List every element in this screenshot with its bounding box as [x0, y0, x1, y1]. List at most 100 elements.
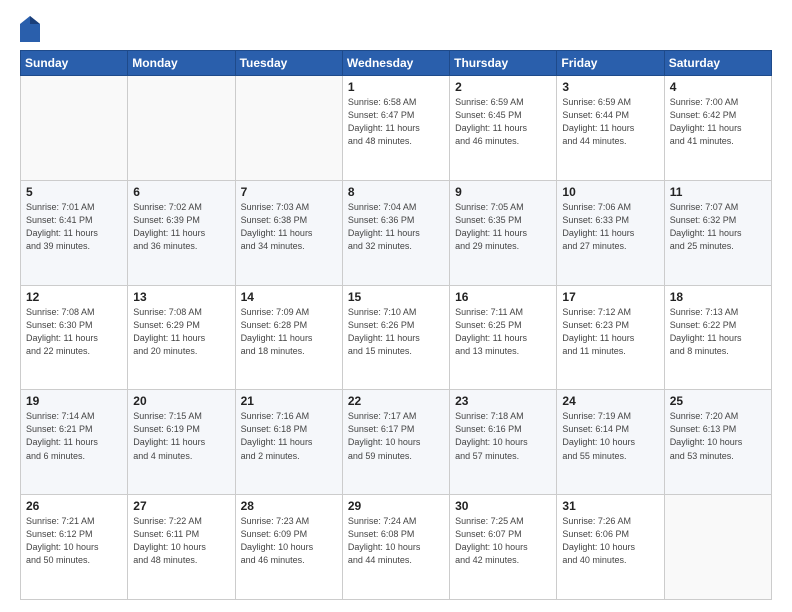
day-cell: 11 Sunrise: 7:07 AM Sunset: 6:32 PM Dayli… [664, 180, 771, 285]
day-cell: 6Sunrise: 7:02 AM Sunset: 6:39 PM Daylig… [128, 180, 235, 285]
day-number: 29 [348, 499, 444, 513]
day-cell: 19 Sunrise: 7:14 AM Sunset: 6:21 PM Dayli… [21, 390, 128, 495]
day-info: Sunrise: 7:21 AM Sunset: 6:12 PM Dayligh… [26, 515, 122, 567]
day-number: 22 [348, 394, 444, 408]
day-header-friday: Friday [557, 51, 664, 76]
day-number: 17 [562, 290, 658, 304]
week-row-0: 1 Sunrise: 6:58 AM Sunset: 6:47 PM Daylig… [21, 76, 772, 181]
day-cell: 26 Sunrise: 7:21 AM Sunset: 6:12 PM Dayli… [21, 495, 128, 600]
day-number: 2 [455, 80, 551, 94]
day-cell: 25 Sunrise: 7:20 AM Sunset: 6:13 PM Dayli… [664, 390, 771, 495]
day-info: Sunrise: 7:17 AM Sunset: 6:17 PM Dayligh… [348, 410, 444, 462]
day-info: Sunrise: 7:15 AM Sunset: 6:19 PM Dayligh… [133, 410, 229, 462]
day-header-thursday: Thursday [450, 51, 557, 76]
day-cell: 16 Sunrise: 7:11 AM Sunset: 6:25 PM Dayli… [450, 285, 557, 390]
day-number: 8 [348, 185, 444, 199]
day-cell [235, 76, 342, 181]
week-row-1: 5 Sunrise: 7:01 AM Sunset: 6:41 PM Daylig… [21, 180, 772, 285]
day-header-tuesday: Tuesday [235, 51, 342, 76]
day-number: 7 [241, 185, 337, 199]
day-number: 28 [241, 499, 337, 513]
day-info: Sunrise: 7:09 AM Sunset: 6:28 PM Dayligh… [241, 306, 337, 358]
day-cell: 21 Sunrise: 7:16 AM Sunset: 6:18 PM Dayli… [235, 390, 342, 495]
day-number: 23 [455, 394, 551, 408]
day-info: Sunrise: 7:07 AM Sunset: 6:32 PM Dayligh… [670, 201, 766, 253]
days-header-row: SundayMondayTuesdayWednesdayThursdayFrid… [21, 51, 772, 76]
day-number: 21 [241, 394, 337, 408]
day-info: Sunrise: 7:25 AM Sunset: 6:07 PM Dayligh… [455, 515, 551, 567]
week-row-3: 19 Sunrise: 7:14 AM Sunset: 6:21 PM Dayli… [21, 390, 772, 495]
week-row-4: 26 Sunrise: 7:21 AM Sunset: 6:12 PM Dayli… [21, 495, 772, 600]
day-number: 31 [562, 499, 658, 513]
day-cell [128, 76, 235, 181]
day-number: 1 [348, 80, 444, 94]
day-number: 26 [26, 499, 122, 513]
day-info: Sunrise: 7:14 AM Sunset: 6:21 PM Dayligh… [26, 410, 122, 462]
day-cell: 20 Sunrise: 7:15 AM Sunset: 6:19 PM Dayli… [128, 390, 235, 495]
day-info: Sunrise: 7:16 AM Sunset: 6:18 PM Dayligh… [241, 410, 337, 462]
day-info: Sunrise: 7:10 AM Sunset: 6:26 PM Dayligh… [348, 306, 444, 358]
day-number: 12 [26, 290, 122, 304]
day-cell: 9 Sunrise: 7:05 AM Sunset: 6:35 PM Daylig… [450, 180, 557, 285]
day-cell: 14 Sunrise: 7:09 AM Sunset: 6:28 PM Dayli… [235, 285, 342, 390]
day-cell: 2 Sunrise: 6:59 AM Sunset: 6:45 PM Daylig… [450, 76, 557, 181]
day-cell [21, 76, 128, 181]
day-number: 14 [241, 290, 337, 304]
day-number: 25 [670, 394, 766, 408]
day-number: 19 [26, 394, 122, 408]
day-info: Sunrise: 7:04 AM Sunset: 6:36 PM Dayligh… [348, 201, 444, 253]
day-cell: 7 Sunrise: 7:03 AM Sunset: 6:38 PM Daylig… [235, 180, 342, 285]
day-info: Sunrise: 7:08 AM Sunset: 6:29 PM Dayligh… [133, 306, 229, 358]
day-cell: 22 Sunrise: 7:17 AM Sunset: 6:17 PM Dayli… [342, 390, 449, 495]
day-info: Sunrise: 7:24 AM Sunset: 6:08 PM Dayligh… [348, 515, 444, 567]
day-number: 3 [562, 80, 658, 94]
day-info: Sunrise: 6:59 AM Sunset: 6:44 PM Dayligh… [562, 96, 658, 148]
day-info: Sunrise: 7:26 AM Sunset: 6:06 PM Dayligh… [562, 515, 658, 567]
day-cell [664, 495, 771, 600]
logo-icon [20, 16, 40, 42]
day-info: Sunrise: 7:06 AM Sunset: 6:33 PM Dayligh… [562, 201, 658, 253]
day-info: Sunrise: 7:03 AM Sunset: 6:38 PM Dayligh… [241, 201, 337, 253]
day-number: 30 [455, 499, 551, 513]
day-number: 11 [670, 185, 766, 199]
day-info: Sunrise: 7:19 AM Sunset: 6:14 PM Dayligh… [562, 410, 658, 462]
day-cell: 5 Sunrise: 7:01 AM Sunset: 6:41 PM Daylig… [21, 180, 128, 285]
day-number: 18 [670, 290, 766, 304]
day-cell: 8 Sunrise: 7:04 AM Sunset: 6:36 PM Daylig… [342, 180, 449, 285]
day-cell: 15Sunrise: 7:10 AM Sunset: 6:26 PM Dayli… [342, 285, 449, 390]
day-header-saturday: Saturday [664, 51, 771, 76]
day-info: Sunrise: 7:12 AM Sunset: 6:23 PM Dayligh… [562, 306, 658, 358]
day-cell: 4Sunrise: 7:00 AM Sunset: 6:42 PM Daylig… [664, 76, 771, 181]
day-cell: 31 Sunrise: 7:26 AM Sunset: 6:06 PM Dayli… [557, 495, 664, 600]
day-info: Sunrise: 7:20 AM Sunset: 6:13 PM Dayligh… [670, 410, 766, 462]
day-header-sunday: Sunday [21, 51, 128, 76]
day-info: Sunrise: 7:05 AM Sunset: 6:35 PM Dayligh… [455, 201, 551, 253]
day-number: 20 [133, 394, 229, 408]
day-info: Sunrise: 6:59 AM Sunset: 6:45 PM Dayligh… [455, 96, 551, 148]
day-cell: 28Sunrise: 7:23 AM Sunset: 6:09 PM Dayli… [235, 495, 342, 600]
logo [20, 16, 44, 42]
calendar-table: SundayMondayTuesdayWednesdayThursdayFrid… [20, 50, 772, 600]
day-number: 13 [133, 290, 229, 304]
day-cell: 18 Sunrise: 7:13 AM Sunset: 6:22 PM Dayli… [664, 285, 771, 390]
day-info: Sunrise: 7:22 AM Sunset: 6:11 PM Dayligh… [133, 515, 229, 567]
day-number: 9 [455, 185, 551, 199]
day-info: Sunrise: 7:13 AM Sunset: 6:22 PM Dayligh… [670, 306, 766, 358]
day-info: Sunrise: 7:11 AM Sunset: 6:25 PM Dayligh… [455, 306, 551, 358]
day-cell: 23Sunrise: 7:18 AM Sunset: 6:16 PM Dayli… [450, 390, 557, 495]
day-header-wednesday: Wednesday [342, 51, 449, 76]
day-info: Sunrise: 7:02 AM Sunset: 6:39 PM Dayligh… [133, 201, 229, 253]
day-info: Sunrise: 7:08 AM Sunset: 6:30 PM Dayligh… [26, 306, 122, 358]
week-row-2: 12 Sunrise: 7:08 AM Sunset: 6:30 PM Dayli… [21, 285, 772, 390]
day-info: Sunrise: 6:58 AM Sunset: 6:47 PM Dayligh… [348, 96, 444, 148]
day-cell: 3 Sunrise: 6:59 AM Sunset: 6:44 PM Daylig… [557, 76, 664, 181]
day-number: 16 [455, 290, 551, 304]
day-cell: 30 Sunrise: 7:25 AM Sunset: 6:07 PM Dayli… [450, 495, 557, 600]
day-number: 24 [562, 394, 658, 408]
day-info: Sunrise: 7:01 AM Sunset: 6:41 PM Dayligh… [26, 201, 122, 253]
day-cell: 27 Sunrise: 7:22 AM Sunset: 6:11 PM Dayli… [128, 495, 235, 600]
day-number: 27 [133, 499, 229, 513]
day-number: 5 [26, 185, 122, 199]
day-cell: 24 Sunrise: 7:19 AM Sunset: 6:14 PM Dayli… [557, 390, 664, 495]
header [20, 16, 772, 42]
